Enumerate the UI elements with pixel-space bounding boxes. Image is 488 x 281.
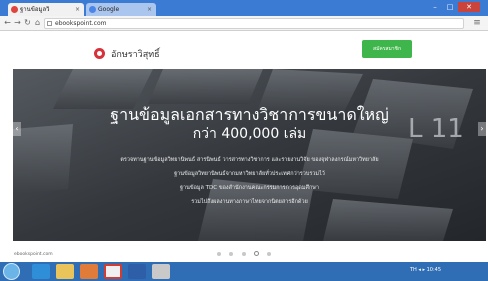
tab-google[interactable]: Google × xyxy=(86,3,156,16)
hero-description-line: รวมไปถึงผลงานทางภาษาไทยจากนิตยสารอีกด้วย xyxy=(191,199,308,205)
word-icon[interactable] xyxy=(128,264,146,279)
carousel-dot-active[interactable] xyxy=(253,251,259,256)
page-icon xyxy=(47,21,52,26)
site-header: อักษราวิสุทธิ์ สมัครสมาชิก xyxy=(0,31,488,69)
carousel-dot[interactable] xyxy=(229,251,234,256)
tab-label: Google xyxy=(98,6,120,13)
carousel-dot[interactable] xyxy=(241,251,246,256)
close-window-button[interactable]: ✕ xyxy=(458,2,480,12)
carousel-dot[interactable] xyxy=(217,251,222,256)
system-tray[interactable]: TH ◂ ▸ 10:45 xyxy=(410,267,441,273)
carousel-dot[interactable] xyxy=(266,251,271,256)
hero-description-line: ตรวจทานฐานข้อมูลวิทยานิพนธ์ สารนิพนธ์ วา… xyxy=(120,157,379,163)
favicon-icon xyxy=(11,6,18,13)
browser-toolbar: ← → ↻ ⌂ ebookspoint.com ≡ xyxy=(0,16,488,31)
hero-banner: L 11 ฐานข้อมูลเอกสารทางวิชาการขนาดใหญ่ ก… xyxy=(13,69,486,241)
minimize-button[interactable]: – xyxy=(428,2,442,12)
menu-icon[interactable]: ≡ xyxy=(470,17,484,29)
hero-subtitle: กว่า 400,000 เล่ม xyxy=(192,126,307,142)
carousel-dots xyxy=(0,243,488,256)
signup-button[interactable]: สมัครสมาชิก xyxy=(362,40,412,58)
url-text: ebookspoint.com xyxy=(55,20,107,27)
favicon-icon xyxy=(89,6,96,13)
browser-titlebar: ฐานข้อมูลวิ × Google × – □ ✕ xyxy=(0,0,488,16)
home-icon[interactable]: ⌂ xyxy=(32,17,43,29)
internet-explorer-icon[interactable] xyxy=(32,264,50,279)
maximize-button[interactable]: □ xyxy=(443,2,457,12)
carousel-prev-button[interactable]: ‹ xyxy=(13,122,21,136)
windows-taskbar: TH ◂ ▸ 10:45 xyxy=(0,262,488,281)
address-bar[interactable]: ebookspoint.com xyxy=(44,18,464,29)
logo-icon[interactable] xyxy=(94,48,105,59)
file-explorer-icon[interactable] xyxy=(56,264,74,279)
tab-active[interactable]: ฐานข้อมูลวิ × xyxy=(8,3,84,16)
carousel-next-button[interactable]: › xyxy=(478,122,486,136)
media-player-icon[interactable] xyxy=(80,264,98,279)
tab-label: ฐานข้อมูลวิ xyxy=(20,6,50,13)
photos-icon[interactable] xyxy=(152,264,170,279)
site-logo-text[interactable]: อักษราวิสุทธิ์ xyxy=(111,47,160,61)
keyboard-background: L 11 xyxy=(13,69,486,241)
close-tab-icon[interactable]: × xyxy=(75,3,80,16)
hero-description-line: ฐานข้อมูล TDC ของสำนักงานคณะกรรมการการอุ… xyxy=(179,185,320,191)
hero-description-line: ฐานข้อมูลวิทยานิพนธ์จากมหาวิทยาลัยทั่วปร… xyxy=(174,171,325,177)
start-button[interactable] xyxy=(3,263,20,280)
chrome-icon[interactable] xyxy=(104,264,122,279)
status-url: ebookspoint.com xyxy=(14,252,53,257)
close-tab-icon[interactable]: × xyxy=(147,3,152,16)
